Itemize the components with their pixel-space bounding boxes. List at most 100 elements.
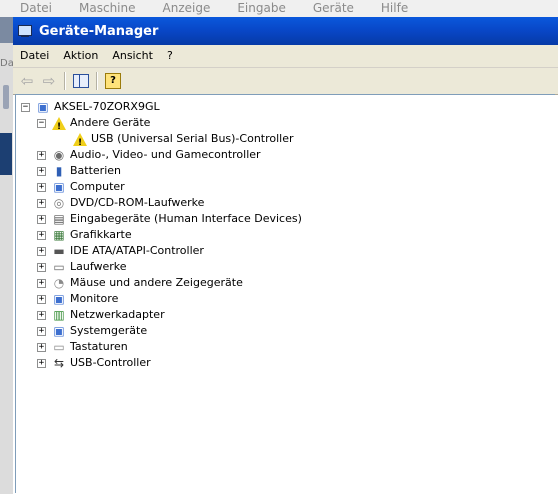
host-window-icon — [0, 133, 12, 175]
expand-toggle[interactable]: + — [37, 198, 46, 208]
expand-toggle[interactable]: + — [37, 278, 46, 288]
tree-item-category[interactable]: + ▣ Systemgeräte — [21, 323, 303, 339]
tree-item-category[interactable]: + ▦ Grafikkarte — [21, 227, 303, 243]
expand-toggle[interactable]: + — [37, 230, 46, 240]
network-adapter-icon: ▥ — [53, 308, 65, 322]
host-menu-geraete[interactable]: Geräte — [293, 1, 361, 16]
menu-help[interactable]: ? — [160, 46, 180, 66]
expand-toggle[interactable]: + — [37, 214, 46, 224]
host-menu-eingabe[interactable]: Eingabe — [217, 1, 293, 16]
tree-item-category[interactable]: + ▥ Netzwerkadapter — [21, 307, 303, 323]
tree-item-category[interactable]: + ◎ DVD/CD-ROM-Laufwerke — [21, 195, 303, 211]
tree-item-andere-geraete[interactable]: − Andere Geräte — [21, 115, 303, 135]
tree-item-label: Systemgeräte — [70, 324, 148, 337]
battery-icon: ▮ — [55, 164, 63, 178]
computer-icon: ▣ — [53, 180, 65, 194]
expand-toggle[interactable]: + — [37, 342, 46, 352]
menubar: Datei Aktion Ansicht ? — [13, 45, 558, 68]
host-menu-datei[interactable]: Datei — [0, 1, 59, 16]
usb-icon: ⇆ — [53, 356, 65, 370]
tree-item-category[interactable]: + ◉ Audio-, Video- und Gamecontroller — [21, 147, 303, 163]
forward-button[interactable]: ⇨ — [38, 71, 60, 91]
properties-icon: ? — [105, 73, 121, 89]
device-categories: + ◉ Audio-, Video- und Gamecontroller + ▮ Bat… — [21, 147, 303, 371]
back-button[interactable]: ⇦ — [16, 71, 38, 91]
tree-item-label: Mäuse und andere Zeigegeräte — [70, 276, 243, 289]
cd-drive-icon: ◎ — [53, 196, 65, 210]
expand-toggle[interactable]: + — [37, 310, 46, 320]
tree-item-label: Andere Geräte — [70, 116, 151, 129]
tree-item-label: Audio-, Video- und Gamecontroller — [70, 148, 261, 161]
expand-toggle[interactable]: + — [37, 150, 46, 160]
computer-icon: ▣ — [37, 100, 49, 114]
host-menu-anzeige[interactable]: Anzeige — [143, 1, 218, 16]
tree-item-label: Eingabegeräte (Human Interface Devices) — [70, 212, 302, 225]
tree-item-label: Computer — [70, 180, 125, 193]
device-tree-pane[interactable]: − ▣ AKSEL-70ZORX9GL − Andere Geräte USB … — [15, 94, 555, 493]
menu-aktion[interactable]: Aktion — [56, 46, 105, 66]
tree-item-category[interactable]: + ▭ Laufwerke — [21, 259, 303, 275]
ide-controller-icon: ▬ — [53, 244, 65, 258]
hid-icon: ▤ — [53, 212, 65, 226]
tree-item-label: USB (Universal Serial Bus)-Controller — [91, 132, 294, 145]
expand-toggle[interactable]: + — [37, 246, 46, 256]
tree-item-label: IDE ATA/ATAPI-Controller — [70, 244, 204, 257]
device-tree: − ▣ AKSEL-70ZORX9GL − Andere Geräte USB … — [21, 99, 303, 371]
forward-arrow-icon: ⇨ — [42, 72, 56, 90]
monitor-icon: ▣ — [53, 292, 65, 306]
expand-toggle[interactable]: + — [37, 262, 46, 272]
tree-item-label: Tastaturen — [70, 340, 128, 353]
device-manager-window: Geräte-Manager Datei Aktion Ansicht ? ⇦ … — [13, 17, 558, 494]
device-manager-icon — [17, 24, 33, 38]
display-adapter-icon: ▦ — [53, 228, 65, 242]
tree-item-category[interactable]: + ◔ Mäuse und andere Zeigegeräte — [21, 275, 303, 291]
tree-item-label: Monitore — [70, 292, 119, 305]
host-menu-maschine[interactable]: Maschine — [59, 1, 142, 16]
menu-datei[interactable]: Datei — [13, 46, 56, 66]
keyboard-icon: ▭ — [53, 340, 65, 354]
show-hide-console-tree-button[interactable] — [70, 71, 92, 91]
host-strip-label: Da — [0, 58, 14, 69]
speaker-icon: ◉ — [53, 148, 65, 162]
disk-drive-icon: ▭ — [53, 260, 65, 274]
host-app-icon — [0, 17, 13, 43]
back-arrow-icon: ⇦ — [20, 72, 34, 90]
host-menu-hilfe[interactable]: Hilfe — [361, 1, 415, 16]
expand-toggle[interactable]: + — [37, 326, 46, 336]
expand-toggle[interactable]: + — [37, 166, 46, 176]
unknown-device-icon — [51, 116, 67, 135]
toolbar: ⇦ ⇨ ? — [13, 68, 558, 95]
toolbar-separator — [96, 72, 98, 90]
tree-item-usb-controller-unknown[interactable]: USB (Universal Serial Bus)-Controller — [21, 131, 303, 151]
host-menubar: Datei Maschine Anzeige Eingabe Geräte Hi… — [0, 0, 558, 18]
tree-item-category[interactable]: + ⇆ USB-Controller — [21, 355, 303, 371]
tree-item-category[interactable]: + ▣ Monitore — [21, 291, 303, 307]
collapse-toggle[interactable]: − — [37, 118, 46, 128]
console-tree-icon — [73, 74, 89, 88]
collapse-toggle[interactable]: − — [21, 102, 30, 112]
expand-toggle[interactable]: + — [37, 358, 46, 368]
host-desktop-strip: Da — [0, 17, 14, 494]
toolbar-separator — [64, 72, 66, 90]
tree-item-label: Batterien — [70, 164, 121, 177]
properties-button[interactable]: ? — [102, 71, 124, 91]
host-scroll-knob[interactable] — [3, 85, 9, 109]
tree-item-label: Grafikkarte — [70, 228, 132, 241]
tree-item-category[interactable]: + ▣ Computer — [21, 179, 303, 195]
tree-item-label: USB-Controller — [70, 356, 151, 369]
tree-item-category[interactable]: + ▬ IDE ATA/ATAPI-Controller — [21, 243, 303, 259]
tree-item-category[interactable]: + ▤ Eingabegeräte (Human Interface Devices… — [21, 211, 303, 227]
tree-item-label: Laufwerke — [70, 260, 127, 273]
window-title: Geräte-Manager — [39, 23, 159, 39]
tree-root-label: AKSEL-70ZORX9GL — [54, 100, 160, 113]
expand-toggle[interactable]: + — [37, 182, 46, 192]
menu-ansicht[interactable]: Ansicht — [105, 46, 160, 66]
tree-item-category[interactable]: + ▭ Tastaturen — [21, 339, 303, 355]
tree-item-category[interactable]: + ▮ Batterien — [21, 163, 303, 179]
tree-item-label: Netzwerkadapter — [70, 308, 165, 321]
tree-root[interactable]: − ▣ AKSEL-70ZORX9GL — [21, 99, 303, 115]
window-titlebar[interactable]: Geräte-Manager — [13, 17, 558, 45]
warning-icon — [72, 132, 88, 151]
mouse-icon: ◔ — [53, 276, 65, 290]
expand-toggle[interactable]: + — [37, 294, 46, 304]
